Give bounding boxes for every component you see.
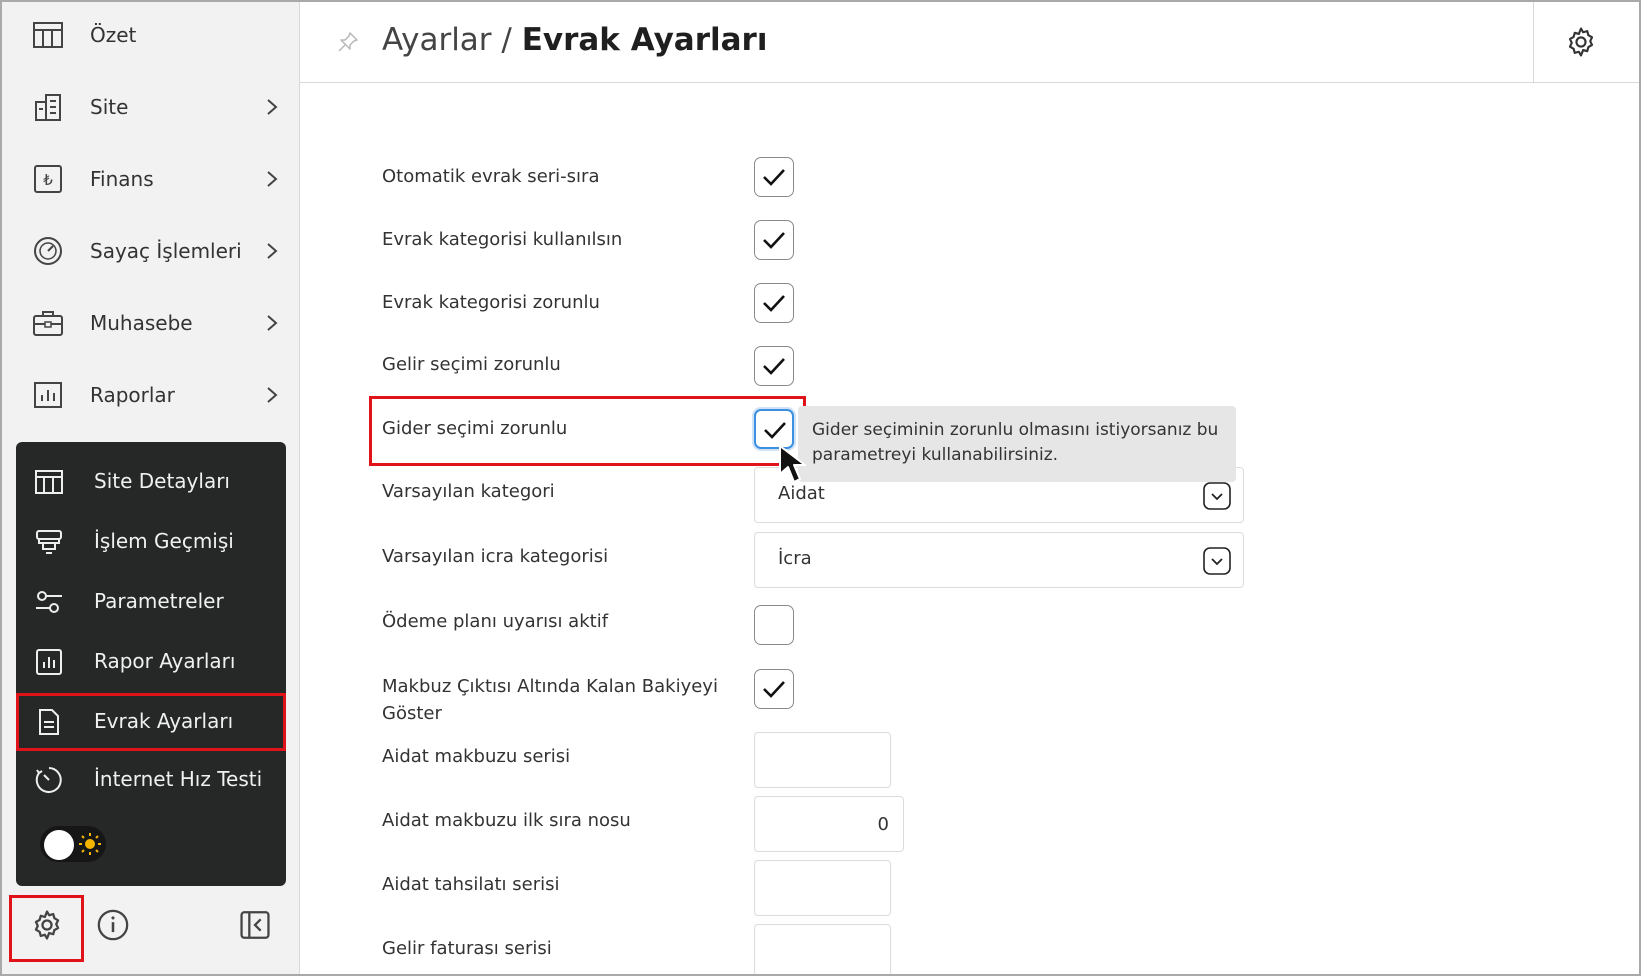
tooltip-text: Gider seçiminin zorunlu olmasını istiyor… — [812, 420, 1219, 465]
collapse-sidebar-icon[interactable] — [238, 908, 272, 942]
svg-text:₺: ₺ — [43, 171, 53, 189]
field-label: Otomatik evrak seri-sıra — [382, 166, 600, 187]
sidebar-item-label: Özet — [90, 23, 137, 47]
field-label: Varsayılan kategori — [382, 481, 555, 502]
bar-chart-icon — [36, 649, 62, 675]
field-label: Makbuz Çıktısı Altında Kalan Bakiyeyi Gö… — [382, 673, 718, 727]
field-label: Gelir faturası serisi — [382, 938, 552, 959]
check-icon — [763, 169, 785, 186]
sidebar-item-site[interactable]: Site — [2, 77, 299, 137]
select-value: İcra — [778, 548, 812, 569]
lira-icon: ₺ — [34, 165, 62, 193]
submenu-item-rapor-ayarlari[interactable]: Rapor Ayarları — [16, 633, 286, 691]
sidebar-item-raporlar[interactable]: Raporlar — [2, 365, 299, 425]
chevron-right-icon — [267, 99, 278, 115]
chevron-down-icon — [1203, 547, 1231, 575]
settings-submenu: Site Detayları İşlem Geçmişi Parametrele… — [16, 442, 286, 886]
input-aidat-makbuzu-ilk-sira-nosu[interactable] — [754, 796, 904, 852]
chevron-right-icon — [267, 243, 278, 259]
chevron-right-icon — [267, 387, 278, 403]
sidebar-item-label: Finans — [90, 167, 154, 191]
checkbox-makbuz-kalan-bakiye[interactable] — [754, 669, 794, 709]
sidebar-item-label: Sayaç İşlemleri — [90, 239, 242, 263]
checkbox-evrak-kategorisi-kullanilsin[interactable] — [754, 220, 794, 260]
table-icon — [33, 22, 63, 48]
sliders-icon — [36, 591, 62, 613]
sidebar-item-label: Muhasebe — [90, 311, 193, 335]
field-label: Evrak kategorisi kullanılsın — [382, 229, 623, 250]
checkbox-odeme-plani-uyarisi-aktif[interactable] — [754, 605, 794, 645]
field-label: Gelir seçimi zorunlu — [382, 354, 561, 375]
check-icon — [764, 422, 786, 439]
building-icon — [35, 94, 61, 121]
speed-icon — [35, 767, 62, 793]
gauge-icon — [34, 237, 62, 265]
sidebar-item-label: Raporlar — [90, 383, 175, 407]
breadcrumb: Ayarlar / Evrak Ayarları — [382, 22, 767, 58]
sidebar-item-muhasebe[interactable]: Muhasebe — [2, 293, 299, 353]
checkbox-otomatik-evrak-seri-sira[interactable] — [754, 157, 794, 197]
checkbox-gelir-secimi-zorunlu[interactable] — [754, 346, 794, 386]
sidebar-item-label: Site — [90, 95, 129, 119]
header-divider — [1533, 2, 1534, 82]
mouse-cursor-icon — [779, 445, 806, 483]
breadcrumb-parent[interactable]: Ayarlar — [382, 22, 492, 58]
briefcase-icon — [33, 311, 63, 336]
submenu-item-label: Site Detayları — [94, 469, 230, 493]
input-aidat-makbuzu-serisi[interactable] — [754, 732, 891, 788]
sun-icon — [79, 833, 101, 855]
field-label-line: Göster — [382, 703, 442, 724]
submenu-item-site-detaylari[interactable]: Site Detayları — [16, 453, 286, 511]
submenu-item-label: Evrak Ayarları — [94, 709, 234, 733]
sidebar: Özet Site ₺ Finans Sayaç İşlemleri Muhas… — [2, 2, 300, 974]
stack-icon — [36, 530, 62, 554]
chevron-right-icon — [267, 171, 278, 187]
field-label: Evrak kategorisi zorunlu — [382, 292, 600, 313]
input-aidat-tahsilati-serisi[interactable] — [754, 860, 891, 916]
submenu-item-parametreler[interactable]: Parametreler — [16, 573, 286, 631]
checkbox-gider-secimi-zorunlu[interactable] — [754, 409, 794, 449]
submenu-item-islem-gecmisi[interactable]: İşlem Geçmişi — [16, 513, 286, 571]
chevron-down-icon — [1203, 482, 1231, 510]
input-gelir-faturasi-serisi[interactable] — [754, 924, 891, 974]
breadcrumb-separator: / — [491, 22, 522, 58]
field-label: Aidat makbuzu ilk sıra nosu — [382, 810, 631, 831]
page-title: Evrak Ayarları — [521, 22, 768, 58]
field-label: Aidat tahsilatı serisi — [382, 874, 560, 895]
sidebar-item-finans[interactable]: ₺ Finans — [2, 149, 299, 209]
table-icon — [35, 470, 63, 494]
toggle-knob — [44, 830, 74, 860]
check-icon — [763, 295, 785, 312]
submenu-item-label: İnternet Hız Testi — [94, 767, 263, 791]
submenu-item-internet-hiz-testi[interactable]: İnternet Hız Testi — [16, 751, 286, 809]
theme-toggle[interactable] — [40, 826, 106, 862]
field-label: Gider seçimi zorunlu — [382, 418, 568, 439]
document-icon — [39, 709, 59, 735]
gear-icon[interactable] — [1564, 25, 1598, 59]
check-icon — [763, 358, 785, 375]
submenu-item-label: İşlem Geçmişi — [94, 529, 234, 553]
submenu-item-label: Parametreler — [94, 589, 224, 613]
select-varsayilan-icra-kategorisi[interactable]: İcra — [754, 532, 1244, 588]
checkbox-evrak-kategorisi-zorunlu[interactable] — [754, 283, 794, 323]
check-icon — [763, 681, 785, 698]
field-label: Aidat makbuzu serisi — [382, 746, 571, 767]
pin-icon[interactable] — [336, 30, 360, 54]
highlight-settings-button — [9, 895, 84, 962]
check-icon — [763, 232, 785, 249]
sidebar-item-ozet[interactable]: Özet — [2, 5, 299, 65]
field-label-line: Makbuz Çıktısı Altında Kalan Bakiyeyi — [382, 676, 718, 697]
app-window: Özet Site ₺ Finans Sayaç İşlemleri Muhas… — [0, 0, 1641, 976]
field-label: Varsayılan icra kategorisi — [382, 546, 609, 567]
sidebar-item-sayac-islemleri[interactable]: Sayaç İşlemleri — [2, 221, 299, 281]
info-icon[interactable] — [96, 908, 130, 942]
page-header: Ayarlar / Evrak Ayarları — [300, 2, 1639, 83]
field-label: Ödeme planı uyarısı aktif — [382, 611, 609, 632]
bar-chart-icon — [34, 382, 62, 408]
chevron-right-icon — [267, 315, 278, 331]
submenu-item-label: Rapor Ayarları — [94, 649, 236, 673]
submenu-item-evrak-ayarlari[interactable]: Evrak Ayarları — [16, 693, 286, 751]
tooltip: Gider seçiminin zorunlu olmasını istiyor… — [798, 406, 1236, 482]
